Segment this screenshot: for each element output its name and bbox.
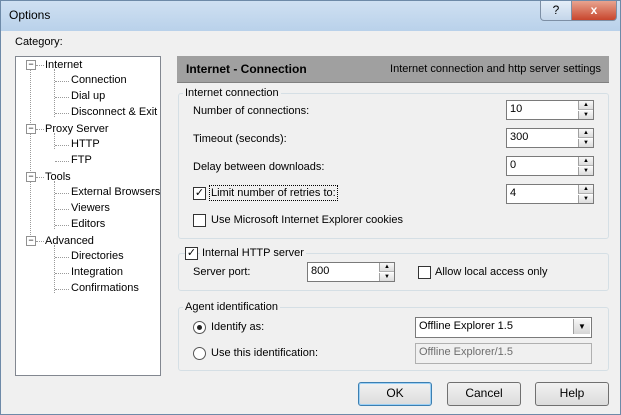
tree-item-editors[interactable]: Editors bbox=[71, 218, 105, 230]
ie-cookies-checkbox[interactable] bbox=[193, 214, 206, 227]
delay-stepper[interactable]: 0 ▲ ▼ bbox=[506, 156, 594, 176]
tree-connector bbox=[55, 97, 69, 98]
connections-stepper[interactable]: 10 ▲ ▼ bbox=[506, 100, 594, 120]
tree-connector bbox=[55, 193, 69, 194]
spin-up-icon[interactable]: ▲ bbox=[379, 263, 394, 272]
limit-retries-label[interactable]: Limit number of retries to: bbox=[209, 185, 338, 201]
tree-item-disconnect-exit[interactable]: Disconnect & Exit bbox=[71, 106, 157, 118]
window-title: Options bbox=[9, 8, 51, 22]
custom-identification-label[interactable]: Use this identification: bbox=[211, 347, 318, 359]
help-button[interactable]: Help bbox=[535, 382, 609, 406]
identify-as-value: Offline Explorer 1.5 bbox=[419, 320, 513, 332]
timeout-value: 300 bbox=[510, 131, 529, 143]
title-bar[interactable]: Options ? x bbox=[1, 1, 620, 31]
spin-down-icon[interactable]: ▼ bbox=[578, 111, 593, 119]
tree-item-directories[interactable]: Directories bbox=[71, 250, 124, 262]
server-port-value: 800 bbox=[311, 265, 330, 277]
delay-label: Delay between downloads: bbox=[193, 161, 325, 173]
server-port-stepper[interactable]: 800 ▲ ▼ bbox=[307, 262, 395, 282]
collapse-icon[interactable]: − bbox=[26, 124, 36, 134]
agent-identification-group-label: Agent identification bbox=[183, 301, 280, 313]
delay-value: 0 bbox=[510, 159, 517, 171]
retries-value: 4 bbox=[510, 187, 517, 199]
tree-connector bbox=[55, 113, 69, 114]
tree-connector bbox=[55, 289, 69, 290]
identify-as-label[interactable]: Identify as: bbox=[211, 321, 264, 333]
local-access-label[interactable]: Allow local access only bbox=[435, 266, 548, 278]
server-port-label: Server port: bbox=[193, 266, 251, 278]
tree-connector bbox=[36, 241, 44, 242]
chevron-down-icon[interactable]: ▼ bbox=[573, 319, 590, 334]
timeout-stepper[interactable]: 300 ▲ ▼ bbox=[506, 128, 594, 148]
identify-as-select[interactable]: Offline Explorer 1.5 ▼ bbox=[415, 317, 592, 338]
tree-connector bbox=[55, 209, 69, 210]
ok-button[interactable]: OK bbox=[358, 382, 432, 406]
tree-branch-line bbox=[54, 133, 55, 149]
tree-item-http[interactable]: HTTP bbox=[71, 138, 100, 150]
tree-item-connection[interactable]: Connection bbox=[71, 74, 127, 86]
spin-down-icon[interactable]: ▼ bbox=[578, 139, 593, 147]
tree-item-viewers[interactable]: Viewers bbox=[71, 202, 110, 214]
spin-down-icon[interactable]: ▼ bbox=[578, 167, 593, 175]
category-label: Category: bbox=[15, 36, 63, 48]
page-title: Internet - Connection bbox=[186, 62, 307, 76]
tree-branch-line bbox=[54, 69, 55, 117]
tree-item-integration[interactable]: Integration bbox=[71, 266, 123, 278]
http-server-checkbox[interactable]: ✓ bbox=[185, 247, 198, 260]
connections-label: Number of connections: bbox=[193, 105, 310, 117]
custom-identification-input[interactable]: Offline Explorer/1.5 bbox=[415, 343, 592, 364]
tree-connector bbox=[36, 177, 44, 178]
tree-item-tools[interactable]: Tools bbox=[45, 171, 71, 183]
identify-as-radio[interactable] bbox=[193, 321, 206, 334]
tree-branch-line bbox=[54, 181, 55, 229]
collapse-icon[interactable]: − bbox=[26, 236, 36, 246]
collapse-icon[interactable]: − bbox=[26, 60, 36, 70]
tree-connector bbox=[55, 273, 69, 274]
tree-connector bbox=[55, 145, 69, 146]
retries-stepper[interactable]: 4 ▲ ▼ bbox=[506, 184, 594, 204]
tree-connector bbox=[55, 257, 69, 258]
tree-connector bbox=[55, 225, 69, 226]
page-description: Internet connection and http server sett… bbox=[390, 63, 601, 75]
spin-up-icon[interactable]: ▲ bbox=[578, 101, 593, 110]
ie-cookies-label[interactable]: Use Microsoft Internet Explorer cookies bbox=[211, 214, 403, 226]
spin-down-icon[interactable]: ▼ bbox=[379, 273, 394, 281]
tree-connector bbox=[55, 161, 69, 162]
close-button[interactable]: x bbox=[571, 1, 617, 21]
custom-identification-value: Offline Explorer/1.5 bbox=[419, 346, 513, 358]
tree-item-ftp[interactable]: FTP bbox=[71, 154, 92, 166]
tree-item-dial-up[interactable]: Dial up bbox=[71, 90, 105, 102]
http-server-label[interactable]: Internal HTTP server bbox=[200, 247, 306, 259]
local-access-checkbox[interactable] bbox=[418, 266, 431, 279]
tree-connector bbox=[36, 65, 44, 66]
tree-item-confirmations[interactable]: Confirmations bbox=[71, 282, 139, 294]
help-title-button[interactable]: ? bbox=[540, 1, 572, 21]
tree-item-external-browsers[interactable]: External Browsers bbox=[71, 186, 160, 198]
tree-item-advanced[interactable]: Advanced bbox=[45, 235, 94, 247]
limit-retries-checkbox[interactable]: ✓ bbox=[193, 187, 206, 200]
category-tree[interactable]: − Internet Connection Dial up Disconnect… bbox=[15, 56, 161, 376]
spin-up-icon[interactable]: ▲ bbox=[578, 157, 593, 166]
tree-trunk-line bbox=[30, 69, 31, 245]
tree-item-internet[interactable]: Internet bbox=[45, 59, 82, 71]
tree-connector bbox=[36, 129, 44, 130]
collapse-icon[interactable]: − bbox=[26, 172, 36, 182]
tree-branch-line bbox=[54, 245, 55, 293]
spin-up-icon[interactable]: ▲ bbox=[578, 129, 593, 138]
tree-connector bbox=[55, 81, 69, 82]
spin-up-icon[interactable]: ▲ bbox=[578, 185, 593, 194]
custom-identification-radio[interactable] bbox=[193, 347, 206, 360]
options-dialog: Options ? x Category: − Internet Connect… bbox=[0, 0, 621, 415]
page-header: Internet - Connection Internet connectio… bbox=[177, 56, 609, 83]
spin-down-icon[interactable]: ▼ bbox=[578, 195, 593, 203]
timeout-label: Timeout (seconds): bbox=[193, 133, 287, 145]
tree-item-proxy-server[interactable]: Proxy Server bbox=[45, 123, 109, 135]
internet-connection-group-label: Internet connection bbox=[183, 87, 281, 99]
connections-value: 10 bbox=[510, 103, 523, 115]
cancel-button[interactable]: Cancel bbox=[447, 382, 521, 406]
